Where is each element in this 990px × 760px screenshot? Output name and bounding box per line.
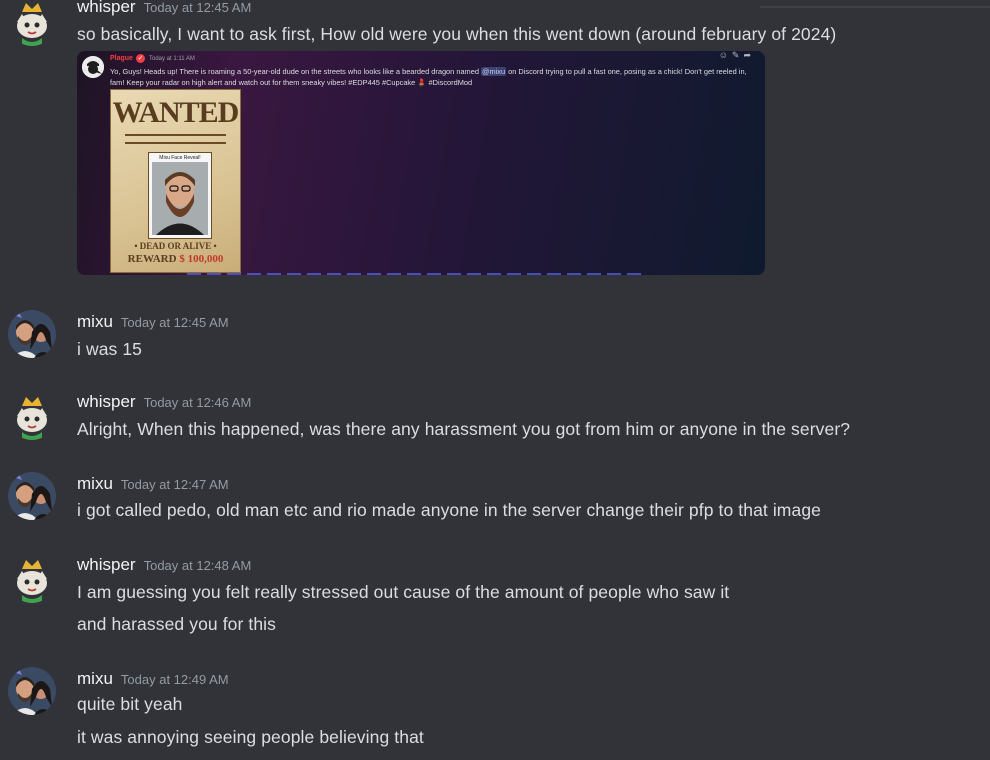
embed-action-icons: ☺✎➦ [719,51,755,61]
timestamp[interactable]: Today at 12:49 AM [121,672,229,687]
poster-divider [125,142,226,144]
username[interactable]: whisper [77,392,136,411]
image-attachment[interactable]: Plague ✓ Today at 1:11 AM ☺✎➦ Yo, Guys! … [77,51,765,275]
reward-amount: $ 100,000 [179,253,224,265]
smile-icon[interactable]: ☺ [719,51,732,60]
avatar[interactable] [8,667,56,715]
message-text: it was annoying seeing people believing … [77,727,424,747]
couple-photo-icon [8,472,56,520]
message-text: quite bit yeah [77,694,183,714]
poster-photo [152,162,208,235]
badge-icon: ✓ [136,54,145,63]
reward-label: REWARD [127,253,177,265]
message-header: mixu Today at 12:49 AM [77,669,229,689]
username[interactable]: mixu [77,474,113,493]
message-text: i got called pedo, old man etc and rio m… [77,500,821,520]
message-text: I am guessing you felt really stressed o… [77,582,730,602]
embed-text-before: Yo, Guys! Heads up! There is roaming a 5… [110,67,481,76]
crowned-cat-icon [8,0,56,46]
poster-headline: WANTED [112,96,240,129]
avatar[interactable] [8,0,56,46]
username[interactable]: whisper [77,0,136,16]
timestamp[interactable]: Today at 12:45 AM [121,315,229,330]
timestamp[interactable]: Today at 12:46 AM [144,395,252,410]
embed-author-name: Plague [110,55,133,62]
poster-reward: REWARD $ 100,000 [111,253,240,265]
top-divider [760,6,990,8]
poster-photo-frame: Mixu Face Reveal! [148,152,212,239]
message-text: i was 15 [77,339,142,359]
timestamp[interactable]: Today at 12:47 AM [121,477,229,492]
avatar[interactable] [8,392,56,440]
username[interactable]: mixu [77,669,113,688]
message-text: Alright, When this happened, was there a… [77,419,851,439]
avatar[interactable] [8,555,56,603]
poster-caption: Mixu Face Reveal! [159,155,201,161]
message-header: whisper Today at 12:48 AM [77,555,251,575]
user-mention[interactable]: @mixu [481,67,507,76]
couple-photo-icon [8,667,56,715]
message-text: and harassed you for this [77,614,277,634]
embed-author-avatar [82,56,104,78]
reply-icon[interactable]: ➦ [743,51,755,60]
message-header: mixu Today at 12:47 AM [77,474,229,494]
bearded-man-photo-icon [152,162,208,235]
poster-dead-or-alive: • DEAD OR ALIVE • [134,241,217,251]
message-header: whisper Today at 12:46 AM [77,392,251,412]
embed-timestamp: Today at 1:11 AM [149,56,195,62]
message-header: whisper Today at 12:45 AM [77,0,251,17]
avatar[interactable] [8,310,56,358]
timestamp[interactable]: Today at 12:48 AM [144,558,252,573]
plague-doctor-icon [82,56,104,78]
username[interactable]: mixu [77,312,113,331]
message-text: so basically, I want to ask first, How o… [77,24,837,44]
username[interactable]: whisper [77,555,136,574]
crowned-cat-icon [8,392,56,440]
embed-message-text: Yo, Guys! Heads up! There is roaming a 5… [110,66,760,88]
wanted-poster: WANTED Mixu Face Reveal! • DEAD OR ALIVE… [110,89,241,273]
message-header: mixu Today at 12:45 AM [77,312,229,332]
crowned-cat-icon [8,555,56,603]
timestamp[interactable]: Today at 12:45 AM [144,0,252,15]
avatar[interactable] [8,472,56,520]
poster-divider [125,134,226,136]
embed-underline [187,273,647,275]
couple-photo-icon [8,310,56,358]
pencil-icon[interactable]: ✎ [732,51,744,60]
